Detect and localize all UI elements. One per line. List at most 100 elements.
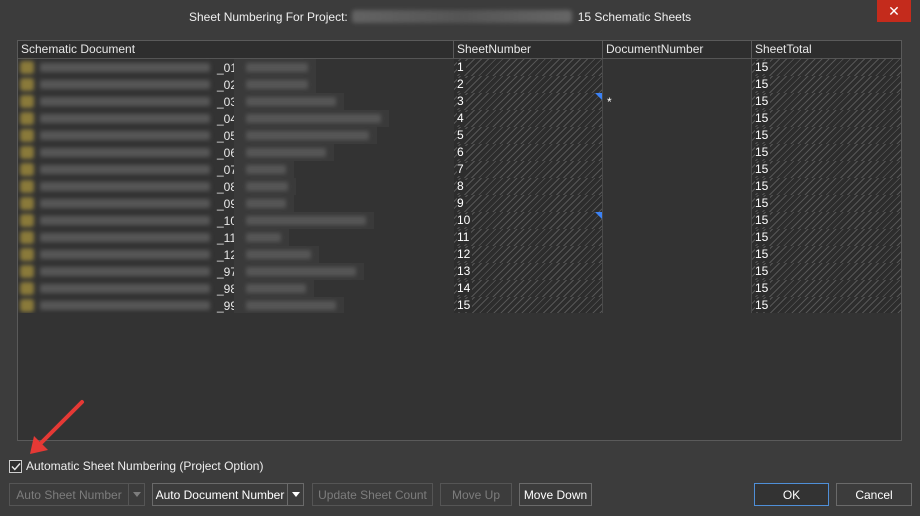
table-row[interactable]: _01 1 15: [18, 59, 901, 76]
auto-document-number-dropdown[interactable]: [288, 483, 304, 506]
move-down-button[interactable]: Move Down: [519, 483, 592, 506]
table-row[interactable]: _09 9 15: [18, 195, 901, 212]
sheet-number-cell[interactable]: 5: [454, 127, 603, 144]
sheet-total-cell[interactable]: 15: [752, 110, 901, 127]
sheet-number-cell[interactable]: 1: [454, 59, 603, 76]
schematic-document-icon: [20, 163, 34, 176]
header-schematic-document[interactable]: Schematic Document: [18, 41, 454, 58]
sheet-total-cell[interactable]: 15: [752, 76, 901, 93]
table-row[interactable]: _99 15 15: [18, 297, 901, 314]
automatic-sheet-numbering-checkbox[interactable]: [9, 459, 22, 473]
automatic-sheet-numbering-option[interactable]: Automatic Sheet Numbering (Project Optio…: [9, 459, 263, 473]
sheet-grid[interactable]: Schematic Document SheetNumber DocumentN…: [17, 40, 902, 441]
sheet-number-cell[interactable]: 3: [454, 93, 603, 110]
document-name-redacted: [40, 199, 210, 208]
document-number-cell[interactable]: [603, 195, 752, 212]
sheet-number-value: 10: [457, 213, 473, 227]
sheet-number-cell[interactable]: 7: [454, 161, 603, 178]
table-row[interactable]: _03 3 * 15: [18, 93, 901, 110]
document-number-cell[interactable]: [603, 144, 752, 161]
sheet-total-cell[interactable]: 15: [752, 246, 901, 263]
document-number-cell[interactable]: [603, 212, 752, 229]
table-row[interactable]: _08 8 15: [18, 178, 901, 195]
schematic-document-cell[interactable]: _98: [18, 280, 454, 297]
document-name-redacted: [40, 148, 210, 157]
document-number-cell[interactable]: [603, 110, 752, 127]
document-number-cell[interactable]: [603, 127, 752, 144]
sheet-total-cell[interactable]: 15: [752, 127, 901, 144]
sheet-total-cell[interactable]: 15: [752, 93, 901, 110]
auto-sheet-number-dropdown[interactable]: [129, 483, 145, 506]
document-number-cell[interactable]: *: [603, 93, 752, 110]
table-row[interactable]: _12 12 15: [18, 246, 901, 263]
ok-button[interactable]: OK: [754, 483, 829, 506]
document-number-cell[interactable]: [603, 178, 752, 195]
sheet-total-cell[interactable]: 15: [752, 144, 901, 161]
table-row[interactable]: _11 11 15: [18, 229, 901, 246]
sheet-total-cell[interactable]: 15: [752, 195, 901, 212]
schematic-document-cell[interactable]: _06: [18, 144, 454, 161]
schematic-document-cell[interactable]: _99: [18, 297, 454, 314]
document-name-redacted: [40, 250, 210, 259]
update-sheet-count-button[interactable]: Update Sheet Count: [312, 483, 433, 506]
schematic-document-cell[interactable]: _12: [18, 246, 454, 263]
sheet-number-cell[interactable]: 15: [454, 297, 603, 314]
sheet-number-cell[interactable]: 2: [454, 76, 603, 93]
table-row[interactable]: _97 13 15: [18, 263, 901, 280]
document-number-cell[interactable]: [603, 59, 752, 76]
document-number-cell[interactable]: [603, 246, 752, 263]
sheet-number-cell[interactable]: 12: [454, 246, 603, 263]
sheet-total-cell[interactable]: 15: [752, 161, 901, 178]
sheet-total-cell[interactable]: 15: [752, 280, 901, 297]
document-number-cell[interactable]: [603, 229, 752, 246]
sheet-total-cell[interactable]: 15: [752, 212, 901, 229]
schematic-document-cell[interactable]: _07: [18, 161, 454, 178]
table-row[interactable]: _10 10 15: [18, 212, 901, 229]
schematic-document-cell[interactable]: _02: [18, 76, 454, 93]
sheet-number-cell[interactable]: 9: [454, 195, 603, 212]
schematic-document-cell[interactable]: _09: [18, 195, 454, 212]
sheet-number-value: 11: [457, 230, 472, 244]
header-sheet-number[interactable]: SheetNumber: [454, 41, 603, 58]
header-document-number[interactable]: DocumentNumber: [603, 41, 752, 58]
close-button[interactable]: ✕: [877, 0, 911, 22]
document-number-cell[interactable]: [603, 161, 752, 178]
header-sheet-total[interactable]: SheetTotal: [752, 41, 901, 58]
table-row[interactable]: _02 2 15: [18, 76, 901, 93]
schematic-document-cell[interactable]: _97: [18, 263, 454, 280]
cancel-button[interactable]: Cancel: [836, 483, 912, 506]
auto-document-number-button[interactable]: Auto Document Number: [152, 483, 288, 506]
sheet-total-cell[interactable]: 15: [752, 263, 901, 280]
sheet-number-cell[interactable]: 6: [454, 144, 603, 161]
schematic-document-cell[interactable]: _03: [18, 93, 454, 110]
schematic-document-cell[interactable]: _08: [18, 178, 454, 195]
sheet-number-cell[interactable]: 11: [454, 229, 603, 246]
sheet-total-cell[interactable]: 15: [752, 229, 901, 246]
schematic-document-cell[interactable]: _04: [18, 110, 454, 127]
table-row[interactable]: _06 6 15: [18, 144, 901, 161]
document-number-cell[interactable]: [603, 280, 752, 297]
sheet-number-cell[interactable]: 13: [454, 263, 603, 280]
table-row[interactable]: _04 4 15: [18, 110, 901, 127]
sheet-total-cell[interactable]: 15: [752, 297, 901, 314]
sheet-number-value: 9: [457, 196, 466, 210]
document-number-cell[interactable]: [603, 76, 752, 93]
document-number-cell[interactable]: [603, 263, 752, 280]
schematic-document-cell[interactable]: _11: [18, 229, 454, 246]
schematic-document-cell[interactable]: _10: [18, 212, 454, 229]
schematic-document-cell[interactable]: _05: [18, 127, 454, 144]
sheet-total-cell[interactable]: 15: [752, 178, 901, 195]
sheet-number-cell[interactable]: 14: [454, 280, 603, 297]
auto-sheet-number-button[interactable]: Auto Sheet Number: [9, 483, 129, 506]
sheet-number-cell[interactable]: 10: [454, 212, 603, 229]
table-row[interactable]: _05 5 15: [18, 127, 901, 144]
schematic-document-cell[interactable]: _01: [18, 59, 454, 76]
table-row[interactable]: _98 14 15: [18, 280, 901, 297]
move-up-button[interactable]: Move Up: [440, 483, 512, 506]
sheet-total-value: 15: [755, 145, 771, 159]
sheet-number-cell[interactable]: 4: [454, 110, 603, 127]
sheet-number-cell[interactable]: 8: [454, 178, 603, 195]
document-number-cell[interactable]: [603, 297, 752, 314]
table-row[interactable]: _07 7 15: [18, 161, 901, 178]
sheet-total-cell[interactable]: 15: [752, 59, 901, 76]
